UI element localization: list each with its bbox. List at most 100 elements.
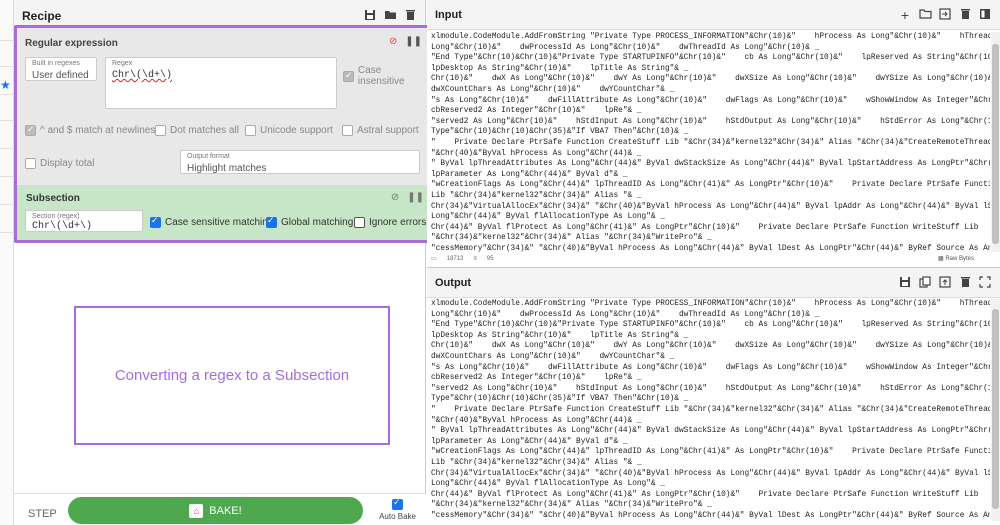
length-icon: ▭ — [431, 256, 437, 262]
input-scrollbar[interactable] — [991, 32, 1000, 252]
checkbox-checked-icon — [25, 124, 36, 136]
checkbox-empty-icon — [25, 158, 36, 169]
ignore-errors-checkbox[interactable]: Ignore errors — [354, 217, 426, 228]
save-icon[interactable] — [363, 9, 377, 23]
open-file-icon[interactable] — [938, 7, 952, 22]
trash-icon[interactable] — [958, 276, 972, 290]
code-line: "wCreationFlags As Long"&Chr(44)&" lpThr… — [431, 448, 990, 457]
global-matching-checkbox[interactable]: Global matching — [266, 217, 353, 228]
code-line: Lib "&Chr(34)&"kernel32"&Chr(34)&" Alias… — [431, 191, 642, 200]
copy-icon[interactable] — [918, 275, 932, 290]
builtin-regex-value: User defined — [32, 70, 89, 81]
trash-icon[interactable] — [958, 8, 972, 22]
code-line: " Private Declare PtrSafe Function Creat… — [431, 405, 990, 414]
regex-input[interactable]: Regex Chr\(\d+\) — [105, 57, 337, 109]
folder-icon[interactable] — [383, 9, 397, 23]
maximize-icon[interactable] — [978, 275, 992, 290]
raw-bytes-toggle[interactable]: ▦ Raw Bytes — [938, 255, 974, 262]
annotation-text: Converting a regex to a Subsection — [114, 367, 350, 384]
section-regex-label: Section (regex) — [32, 213, 80, 220]
display-total-checkbox[interactable]: Display total — [25, 158, 94, 169]
output-text-area[interactable]: xlmodule.CodeModule.AddFromString "Priva… — [431, 299, 990, 521]
step-button[interactable]: STEP — [28, 508, 57, 520]
match-newlines-checkbox[interactable]: ^ and $ match at newlines — [25, 124, 156, 136]
trash-icon[interactable] — [403, 9, 417, 23]
case-insensitive-checkbox[interactable]: Case insensitive — [343, 65, 430, 87]
layout-icon[interactable] — [978, 8, 992, 22]
open-folder-icon[interactable] — [918, 8, 932, 22]
input-text-area[interactable]: xlmodule.CodeModule.AddFromString "Priva… — [431, 32, 990, 252]
code-line: "End Type"&Chr(10)&Chr(10)&"Private Type… — [431, 321, 990, 330]
astral-support-checkbox[interactable]: Astral support — [342, 125, 419, 136]
disable-icon[interactable]: ⊘ — [389, 36, 397, 47]
regex-label: Regex — [112, 60, 133, 67]
ignore-errors-label: Ignore errors — [369, 217, 427, 228]
code-line: cbReserved2 As Integer"&Chr(10)&" lpRe"&… — [431, 107, 642, 116]
global-matching-label: Global matching — [281, 217, 354, 228]
unicode-support-label: Unicode support — [260, 125, 333, 136]
code-line: " Private Declare PtrSafe Function Creat… — [431, 138, 990, 147]
output-scrollbar[interactable] — [991, 299, 1000, 521]
output-format-select[interactable]: Output format Highlight matches — [180, 150, 420, 174]
input-pane: Input + xlmodule.CodeModule.AddFromStrin… — [427, 0, 1000, 268]
code-line: Long"&Chr(10)&" dwProcessId As Long"&Chr… — [431, 43, 820, 52]
code-line: Long"&Chr(44)&" ByVal flAllocationType A… — [431, 213, 665, 222]
pause-icon[interactable]: ❚❚ — [407, 192, 424, 203]
code-line: Chr(10)&" dwX As Long"&Chr(10)&" dwY As … — [431, 342, 990, 351]
input-lines: 95 — [486, 255, 494, 262]
regex-operation: Regular expression ⊘ ❚❚ Built in regexes… — [14, 25, 433, 243]
annotation-box: Converting a regex to a Subsection — [74, 306, 390, 445]
code-line: Chr(34)&"VirtualAllocEx"&Chr(34)&" "&Chr… — [431, 202, 990, 211]
plus-icon[interactable]: + — [898, 8, 912, 22]
checkbox-checked-icon — [266, 217, 277, 228]
disable-icon[interactable]: ⊘ — [391, 192, 399, 203]
input-title: Input — [435, 8, 462, 21]
unicode-support-checkbox[interactable]: Unicode support — [245, 125, 333, 136]
astral-support-label: Astral support — [357, 125, 419, 136]
case-sensitive-checkbox[interactable]: Case sensitive matching — [150, 217, 273, 228]
code-line: Chr(44)&" ByVal flProtect As Long"&Chr(4… — [431, 490, 979, 499]
code-line: "served2 As Long"&Chr(10)&" hStdInput As… — [431, 384, 990, 393]
code-line: lpParameter As Long"&Chr(44)&" ByVal d"&… — [431, 170, 628, 179]
code-line: lpDesktop As String"&Chr(10)&" lpTitle A… — [431, 64, 689, 73]
code-line: "End Type"&Chr(10)&Chr(10)&"Private Type… — [431, 54, 990, 63]
match-newlines-label: ^ and $ match at newlines — [40, 125, 156, 136]
code-line: "s As Long"&Chr(10)&" dwFillAttribute As… — [431, 96, 990, 105]
code-line: Long"&Chr(10)&" dwProcessId As Long"&Chr… — [431, 310, 820, 319]
code-line: "&Chr(34)&"kernel32"&Chr(34)&" Alias "&C… — [431, 234, 712, 243]
code-line: xlmodule.CodeModule.AddFromString "Priva… — [431, 33, 990, 41]
checkbox-empty-icon — [354, 217, 365, 228]
code-line: Long"&Chr(44)&" ByVal flAllocationType A… — [431, 480, 665, 489]
save-icon[interactable] — [898, 276, 912, 290]
code-line: "cessMemory"&Chr(34)&" "&Chr(40)&"ByVal … — [431, 511, 990, 520]
bake-button[interactable]: ⌂ BAKE! — [68, 497, 363, 524]
code-line: lpParameter As Long"&Chr(44)&" ByVal d"&… — [431, 437, 628, 446]
output-pane: Output xlmodule.CodeModule.AddFromString… — [427, 268, 1000, 525]
regex-op-title: Regular expression — [25, 38, 118, 49]
auto-bake-label: Auto Bake — [379, 512, 416, 521]
app-root: ★ Recipe Regular expression ⊘ ❚❚ Built i… — [0, 0, 1000, 525]
replace-input-icon[interactable] — [938, 275, 952, 290]
case-insensitive-label: Case insensitive — [357, 65, 405, 87]
builtin-regex-select[interactable]: Built in regexes User defined — [25, 57, 97, 81]
section-regex-value: Chr\(\d+\) — [32, 221, 93, 232]
pause-icon[interactable]: ❚❚ — [405, 36, 422, 47]
builtin-regex-label: Built in regexes — [32, 60, 80, 67]
dot-matches-all-checkbox[interactable]: Dot matches all — [155, 125, 239, 136]
code-line: cbReserved2 As Integer"&Chr(10)&" lpRe"&… — [431, 374, 642, 383]
auto-bake-checkbox[interactable]: Auto Bake — [379, 497, 416, 521]
code-line: "wCreationFlags As Long"&Chr(44)&" lpThr… — [431, 181, 990, 190]
dot-matches-all-label: Dot matches all — [170, 125, 239, 136]
code-line: "cessMemory"&Chr(34)&" "&Chr(40)&"ByVal … — [431, 244, 990, 252]
code-line: xlmodule.CodeModule.AddFromString "Priva… — [431, 300, 990, 308]
code-line: "served2 As Long"&Chr(10)&" hStdInput As… — [431, 117, 990, 126]
checkbox-empty-icon — [155, 125, 166, 136]
section-regex-input[interactable]: Section (regex) Chr\(\d+\) — [25, 210, 143, 232]
star-icon[interactable]: ★ — [0, 78, 11, 92]
lines-icon: ≡ — [473, 255, 477, 262]
checkbox-checked-icon — [392, 497, 404, 510]
checkbox-checked-icon — [150, 217, 161, 228]
checkbox-empty-icon — [245, 125, 256, 136]
raw-bytes-label: Raw Bytes — [945, 256, 974, 262]
code-line: Chr(10)&" dwX As Long"&Chr(10)&" dwY As … — [431, 75, 990, 84]
